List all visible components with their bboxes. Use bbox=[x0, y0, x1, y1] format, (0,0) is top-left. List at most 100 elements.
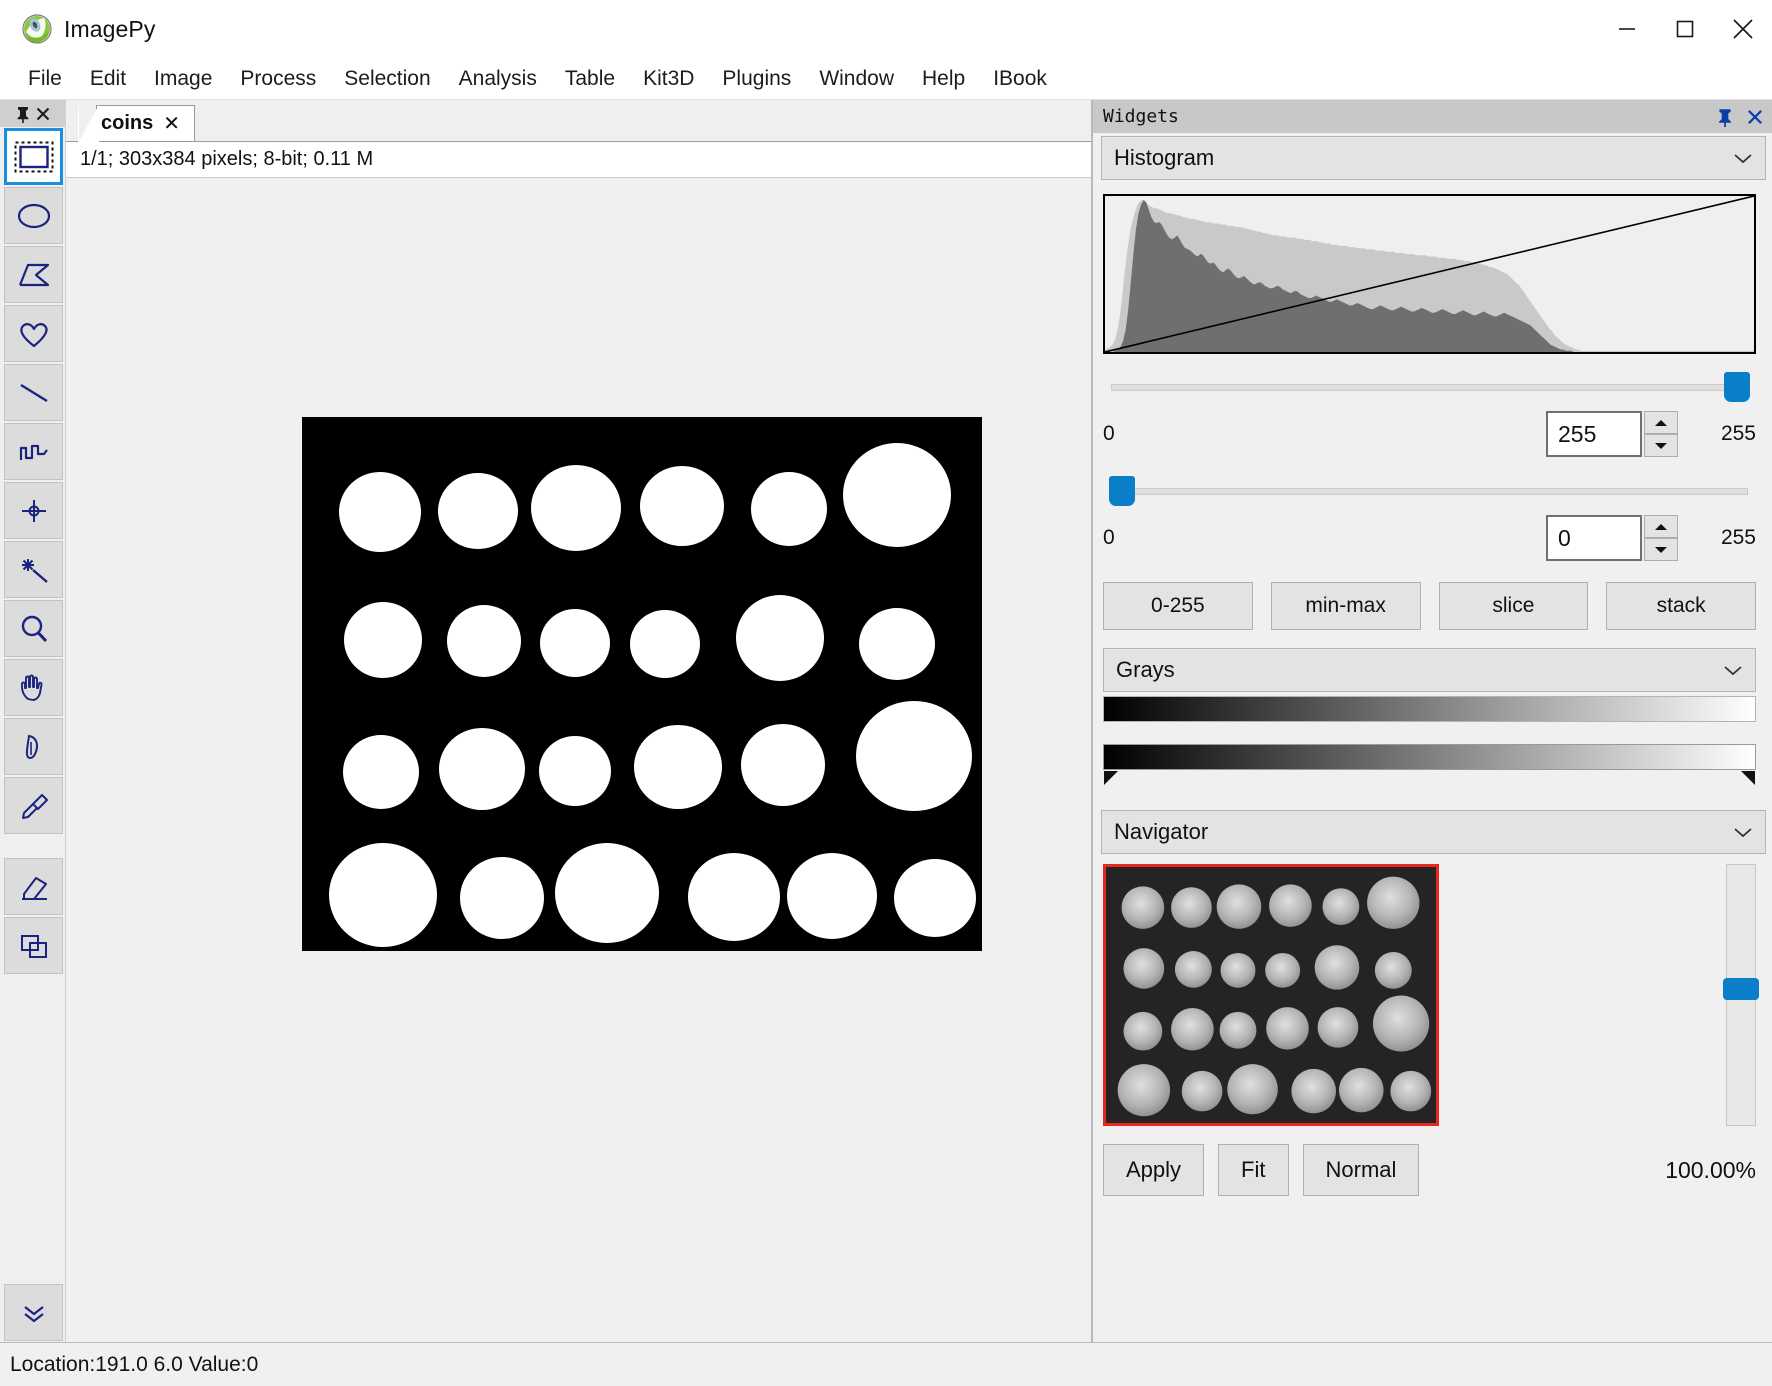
eraser-tool[interactable] bbox=[4, 858, 63, 915]
range-stack-button[interactable]: stack bbox=[1606, 582, 1756, 630]
close-icon[interactable] bbox=[1746, 108, 1764, 126]
line-icon bbox=[14, 377, 54, 409]
rectangle-select-tool[interactable] bbox=[4, 128, 63, 185]
menu-process[interactable]: Process bbox=[226, 65, 330, 93]
line-tool[interactable] bbox=[4, 364, 63, 421]
menu-selection[interactable]: Selection bbox=[330, 65, 444, 93]
max-slider-track[interactable] bbox=[1111, 384, 1748, 391]
pin-icon[interactable] bbox=[1716, 107, 1734, 127]
minimize-button[interactable] bbox=[1598, 0, 1656, 58]
title-bar: ImagePy bbox=[0, 0, 1772, 58]
tab-close-icon[interactable]: ✕ bbox=[163, 111, 180, 136]
min-spin-down[interactable] bbox=[1644, 538, 1678, 561]
apply-button[interactable]: Apply bbox=[1103, 1144, 1204, 1196]
polyline-tool[interactable] bbox=[4, 423, 63, 480]
menu-plugins[interactable]: Plugins bbox=[708, 65, 805, 93]
chevron-down-icon[interactable] bbox=[1723, 664, 1743, 676]
navigator-thumbnail[interactable] bbox=[1103, 864, 1439, 1126]
coin-blob bbox=[439, 728, 525, 810]
zoom-tool[interactable] bbox=[4, 600, 63, 657]
menu-edit[interactable]: Edit bbox=[76, 65, 140, 93]
widgets-dock-title: Widgets bbox=[1103, 106, 1179, 127]
menu-analysis[interactable]: Analysis bbox=[445, 65, 551, 93]
canvas-panel: coins ✕ 1/1; 303x384 pixels; 8-bit; 0.11… bbox=[66, 100, 1092, 1342]
binary-coins-image[interactable] bbox=[302, 417, 982, 951]
caret-down-icon bbox=[1654, 442, 1668, 450]
polygon-select-tool[interactable] bbox=[4, 246, 63, 303]
image-info-bar: 1/1; 303x384 pixels; 8-bit; 0.11 M bbox=[66, 142, 1091, 178]
min-spin-buttons[interactable] bbox=[1644, 515, 1678, 561]
menu-help[interactable]: Help bbox=[908, 65, 979, 93]
min-slider[interactable] bbox=[1103, 476, 1756, 506]
image-canvas[interactable] bbox=[66, 178, 1091, 1342]
min-value-input[interactable]: 0 bbox=[1546, 515, 1642, 561]
coin-blob bbox=[339, 472, 421, 552]
tool-list bbox=[0, 127, 65, 975]
close-button[interactable] bbox=[1714, 0, 1772, 58]
min-max-label: 255 bbox=[1696, 526, 1756, 550]
menu-image[interactable]: Image bbox=[140, 65, 226, 93]
menu-bar: File Edit Image Process Selection Analys… bbox=[0, 58, 1772, 100]
point-tool[interactable] bbox=[4, 482, 63, 539]
navigator-coin bbox=[1220, 1012, 1257, 1049]
coin-blob bbox=[894, 859, 976, 937]
range-0-255-button[interactable]: 0-255 bbox=[1103, 582, 1253, 630]
max-slider-thumb[interactable] bbox=[1724, 372, 1750, 402]
more-tools-button[interactable] bbox=[4, 1284, 63, 1341]
normal-button[interactable]: Normal bbox=[1303, 1144, 1420, 1196]
fit-button[interactable]: Fit bbox=[1218, 1144, 1288, 1196]
lut-range-bar[interactable] bbox=[1103, 744, 1756, 770]
min-slider-track[interactable] bbox=[1111, 488, 1748, 495]
chevron-down-icon[interactable] bbox=[1733, 152, 1753, 164]
menu-window[interactable]: Window bbox=[805, 65, 908, 93]
ellipse-select-tool[interactable] bbox=[4, 187, 63, 244]
tab-strip: coins ✕ bbox=[66, 100, 1091, 142]
lut-left-handle[interactable] bbox=[1104, 771, 1118, 785]
menu-table[interactable]: Table bbox=[551, 65, 629, 93]
eyedropper-icon bbox=[14, 790, 54, 822]
pan-tool[interactable] bbox=[4, 659, 63, 716]
range-slice-button[interactable]: slice bbox=[1439, 582, 1589, 630]
binary-blobs bbox=[302, 417, 982, 951]
heart-freehand-icon bbox=[14, 318, 54, 350]
range-min-max-button[interactable]: min-max bbox=[1271, 582, 1421, 630]
navigator-coin bbox=[1322, 888, 1359, 925]
min-spinner[interactable]: 0 bbox=[1546, 515, 1678, 561]
max-spin-up[interactable] bbox=[1644, 411, 1678, 434]
histogram-panel-header[interactable]: Histogram bbox=[1101, 136, 1766, 180]
tab-coins[interactable]: coins ✕ bbox=[96, 105, 195, 141]
zoom-level-label: 100.00% bbox=[1665, 1157, 1756, 1184]
color-picker-tool[interactable] bbox=[4, 777, 63, 834]
max-spin-down[interactable] bbox=[1644, 434, 1678, 457]
crosshair-point-icon bbox=[14, 495, 54, 527]
layers-tool[interactable] bbox=[4, 917, 63, 974]
navigator-scrollbar[interactable] bbox=[1726, 864, 1756, 1126]
navigator-coin bbox=[1375, 952, 1412, 989]
magic-wand-tool[interactable] bbox=[4, 541, 63, 598]
brush-tool[interactable] bbox=[4, 718, 63, 775]
main-body: coins ✕ 1/1; 303x384 pixels; 8-bit; 0.11… bbox=[0, 100, 1772, 1342]
min-spin-up[interactable] bbox=[1644, 515, 1678, 538]
coin-blob bbox=[531, 465, 621, 551]
min-slider-thumb[interactable] bbox=[1109, 476, 1135, 506]
max-spinner[interactable]: 255 bbox=[1546, 411, 1678, 457]
max-slider[interactable] bbox=[1103, 372, 1756, 402]
pen-icon bbox=[14, 731, 54, 763]
max-value-input[interactable]: 255 bbox=[1546, 411, 1642, 457]
max-spin-buttons[interactable] bbox=[1644, 411, 1678, 457]
navigator-scroll-thumb[interactable] bbox=[1723, 978, 1759, 1000]
chevron-down-icon[interactable] bbox=[1733, 826, 1753, 838]
freehand-select-tool[interactable] bbox=[4, 305, 63, 362]
tool-panel bbox=[0, 100, 66, 1342]
hand-icon bbox=[14, 672, 54, 704]
double-chevron-down-icon bbox=[18, 1301, 50, 1325]
lut-select[interactable]: Grays bbox=[1103, 648, 1756, 692]
lut-right-handle[interactable] bbox=[1741, 771, 1755, 785]
menu-file[interactable]: File bbox=[14, 65, 76, 93]
menu-ibook[interactable]: IBook bbox=[979, 65, 1061, 93]
navigator-panel-header[interactable]: Navigator bbox=[1101, 810, 1766, 854]
histogram-panel-body: 0 255 255 0 bbox=[1093, 180, 1772, 780]
coin-blob bbox=[751, 472, 827, 546]
menu-kit3d[interactable]: Kit3D bbox=[629, 65, 708, 93]
maximize-button[interactable] bbox=[1656, 0, 1714, 58]
